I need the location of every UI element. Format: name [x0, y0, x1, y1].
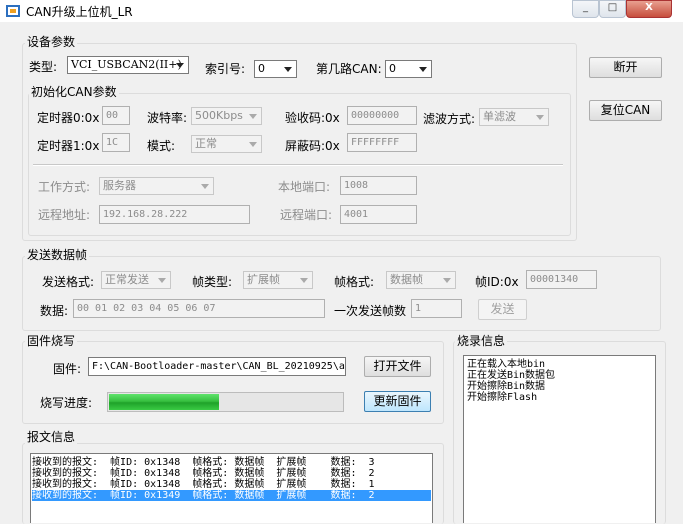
- app-icon: [6, 5, 20, 17]
- close-button[interactable]: X: [626, 0, 672, 18]
- timer0-input[interactable]: 00: [102, 106, 130, 125]
- baud-select[interactable]: 500Kbps: [191, 107, 262, 125]
- chevron-down-icon: [176, 63, 184, 68]
- message-title: 报文信息: [25, 430, 78, 444]
- chevron-down-icon: [201, 184, 209, 189]
- frame-format-label: 帧格式:: [334, 275, 375, 289]
- index-select[interactable]: 0: [254, 60, 297, 78]
- data-input[interactable]: 00 01 02 03 04 05 06 07: [73, 299, 325, 318]
- chevron-down-icon: [158, 278, 166, 283]
- log-line: 开始擦除Flash: [467, 392, 538, 403]
- data-label: 数据:: [40, 304, 69, 318]
- title-bar: CAN升级上位机_LR _ □ X: [0, 0, 683, 22]
- acc-code-input[interactable]: 00000000: [347, 106, 417, 125]
- chevron-down-icon: [419, 67, 427, 72]
- send-count-input[interactable]: 1: [411, 299, 462, 318]
- send-frame-title: 发送数据帧: [25, 248, 90, 262]
- filter-select[interactable]: 单滤波: [479, 108, 549, 126]
- progress-label: 烧写进度:: [40, 396, 93, 410]
- message-row[interactable]: 接收到的报文: 帧ID: 0x1349 帧格式: 数据帧 扩展帧 数据: 2: [32, 490, 431, 501]
- firmware-file-input[interactable]: F:\CAN-Bootloader-master\CAN_BL_20210925…: [88, 357, 346, 376]
- frame-id-label: 帧ID:0x: [475, 275, 519, 289]
- burn-log-title: 烧录信息: [455, 334, 508, 348]
- send-format-select[interactable]: 正常发送: [101, 271, 171, 289]
- mask-input[interactable]: FFFFFFFF: [347, 133, 417, 152]
- chevron-down-icon: [300, 278, 308, 283]
- timer0-label: 定时器0:0x: [37, 111, 100, 125]
- timer1-label: 定时器1:0x: [37, 139, 100, 153]
- log-line: 正在载入本地bin: [467, 359, 546, 370]
- reset-can-button[interactable]: 复位CAN: [589, 100, 662, 121]
- remote-port-input[interactable]: 4001: [340, 205, 417, 224]
- index-label: 索引号:: [205, 62, 246, 76]
- minimize-button[interactable]: _: [572, 0, 599, 18]
- acc-code-label: 验收码:0x: [285, 111, 340, 125]
- message-row[interactable]: 接收到的报文: 帧ID: 0x1348 帧格式: 数据帧 扩展帧 数据: 1: [32, 479, 431, 490]
- mask-label: 屏蔽码:0x: [285, 139, 340, 153]
- update-firmware-button[interactable]: 更新固件: [364, 391, 431, 412]
- maximize-button[interactable]: □: [599, 0, 626, 18]
- log-line: 开始擦除Bin数据: [467, 381, 546, 392]
- send-count-label: 一次发送帧数: [334, 304, 407, 318]
- message-row[interactable]: 接收到的报文: 帧ID: 0x1348 帧格式: 数据帧 扩展帧 数据: 2: [32, 468, 431, 479]
- work-mode-select[interactable]: 服务器: [99, 177, 214, 195]
- filter-label: 滤波方式:: [423, 112, 476, 126]
- open-file-button[interactable]: 打开文件: [364, 356, 431, 377]
- remote-port-label: 远程端口:: [280, 208, 333, 222]
- frame-format-select[interactable]: 数据帧: [386, 271, 456, 289]
- chevron-down-icon: [249, 142, 257, 147]
- remote-addr-label: 远程地址:: [38, 208, 91, 222]
- local-port-input[interactable]: 1008: [340, 176, 417, 195]
- frame-type-select[interactable]: 扩展帧: [243, 271, 313, 289]
- burn-log-box[interactable]: 正在载入本地bin 正在发送Bin数据包 开始擦除Bin数据 开始擦除Flash: [463, 355, 656, 523]
- mode-select[interactable]: 正常: [191, 135, 262, 153]
- device-params-title: 设备参数: [25, 35, 78, 49]
- channel-select[interactable]: 0: [385, 60, 432, 78]
- init-can-title: 初始化CAN参数: [29, 85, 119, 99]
- message-list[interactable]: 接收到的报文: 帧ID: 0x1348 帧格式: 数据帧 扩展帧 数据: 3 接…: [30, 453, 433, 523]
- chevron-down-icon: [536, 115, 544, 120]
- firmware-title: 固件烧写: [25, 334, 78, 348]
- divider: [33, 164, 563, 166]
- frame-type-label: 帧类型:: [192, 275, 233, 289]
- chevron-down-icon: [249, 114, 257, 119]
- firmware-file-label: 固件:: [53, 362, 82, 376]
- type-label: 类型:: [29, 60, 58, 74]
- send-format-label: 发送格式:: [42, 275, 95, 289]
- frame-id-input[interactable]: 00001340: [526, 270, 597, 289]
- burn-progress-bar: [107, 392, 344, 412]
- chevron-down-icon: [284, 67, 292, 72]
- mode-label: 模式:: [147, 139, 176, 153]
- send-frame-group: [22, 256, 661, 331]
- window-title: CAN升级上位机_LR: [26, 5, 133, 19]
- baud-label: 波特率:: [147, 111, 188, 125]
- disconnect-button[interactable]: 断开: [589, 57, 662, 78]
- local-port-label: 本地端口:: [278, 180, 331, 194]
- type-select[interactable]: VCI_USBCAN2(II+): [67, 56, 189, 74]
- timer1-input[interactable]: 1C: [102, 133, 130, 152]
- remote-addr-input[interactable]: 192.168.28.222: [99, 205, 250, 224]
- log-line: 正在发送Bin数据包: [467, 370, 556, 381]
- work-mode-label: 工作方式:: [38, 180, 91, 194]
- channel-label: 第几路CAN:: [316, 62, 382, 76]
- send-button[interactable]: 发送: [478, 299, 527, 320]
- chevron-down-icon: [443, 278, 451, 283]
- progress-fill: [109, 394, 219, 410]
- message-row[interactable]: 接收到的报文: 帧ID: 0x1348 帧格式: 数据帧 扩展帧 数据: 3: [32, 457, 431, 468]
